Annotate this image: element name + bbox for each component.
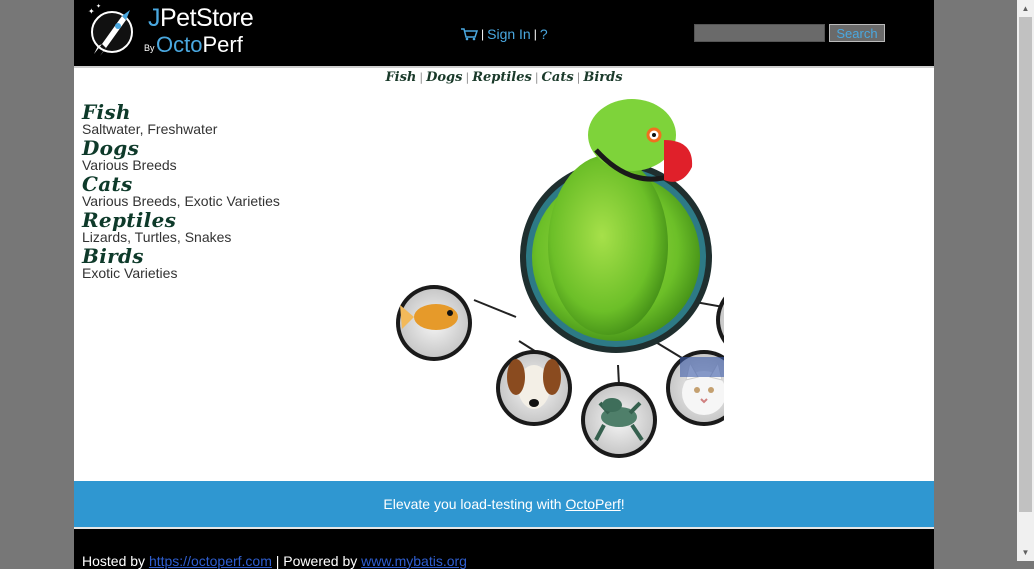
footer-text: Hosted by https://octoperf.com | Powered… [82,553,467,569]
quicklink-dogs[interactable]: Dogs [426,70,462,85]
scroll-down-icon[interactable]: ▼ [1017,544,1034,561]
logo-title: JPetStore [148,4,254,33]
page: ✦ ✦ JPetStore By OctoPerf | Sign In | ? … [74,0,934,569]
scroll-up-icon[interactable]: ▲ [1017,0,1034,17]
scroll-thumb[interactable] [1019,17,1032,512]
sidebar-fish-desc: Saltwater, Freshwater [82,121,218,137]
menu-separator: | [481,27,485,41]
menu-separator: | [533,27,537,41]
quicklink-fish[interactable]: Fish [385,70,416,85]
hosted-by-label: Hosted by [82,553,149,569]
quicklink-birds[interactable]: Birds [583,70,622,85]
category-sidebar: Fish Saltwater, Freshwater Dogs Various … [82,100,352,280]
quicklink-separator: | [534,71,539,84]
vertical-scrollbar[interactable]: ▲ ▼ [1017,0,1034,561]
quicklink-separator: | [419,71,424,84]
reptile-image[interactable] [581,382,657,458]
banner-suffix: ! [620,496,625,512]
parrot-image[interactable] [520,99,712,353]
powered-link[interactable]: www.mybatis.org [361,553,467,569]
svg-text:✦: ✦ [88,7,95,16]
quicklink-reptiles[interactable]: Reptiles [472,70,532,85]
footer: Hosted by https://octoperf.com | Powered… [74,529,934,569]
quicklink-separator: | [576,71,581,84]
powered-by-label: | Powered by [271,553,362,569]
sidebar-reptiles-desc: Lizards, Turtles, Snakes [82,229,232,245]
search-input[interactable] [694,24,825,42]
cat-image[interactable] [666,350,724,426]
fish-image[interactable] [396,285,472,361]
logo-j: J [148,4,161,32]
hosted-link[interactable]: https://octoperf.com [149,553,272,569]
search-button[interactable]: Search [829,24,885,42]
header-menu: | Sign In | ? [460,24,548,44]
quicklink-separator: | [465,71,470,84]
logo-perf: Perf [202,32,243,57]
search-form: Search [694,24,885,42]
sidebar-birds-desc: Exotic Varieties [82,265,178,281]
logo[interactable]: ✦ ✦ JPetStore By OctoPerf [82,2,262,62]
promo-banner: Elevate you load-testing with OctoPerf! [74,481,934,529]
sign-in-link[interactable]: Sign In [487,26,531,42]
rocket-logo-icon: ✦ ✦ [88,3,133,56]
sidebar-cats-desc: Various Breeds, Exotic Varieties [82,193,280,209]
header: ✦ ✦ JPetStore By OctoPerf | Sign In | ? … [74,0,934,68]
logo-by: By [144,43,155,53]
quicklink-cats[interactable]: Cats [542,70,574,85]
quick-links: Fish | Dogs | Reptiles | Cats | Birds [74,70,934,85]
macaw-image[interactable] [716,282,724,358]
cart-icon[interactable] [460,27,478,41]
svg-text:✦: ✦ [96,3,101,10]
dog-image[interactable] [496,350,572,426]
logo-octo: Octo [156,32,203,57]
logo-petstore: PetStore [160,4,254,32]
banner-text: Elevate you load-testing with [383,496,566,512]
help-link[interactable]: ? [540,26,548,42]
sidebar-dogs-desc: Various Breeds [82,157,177,173]
octoperf-link[interactable]: OctoPerf [565,496,620,512]
logo-subtitle: OctoPerf [156,32,243,58]
main-image-map [396,99,724,458]
